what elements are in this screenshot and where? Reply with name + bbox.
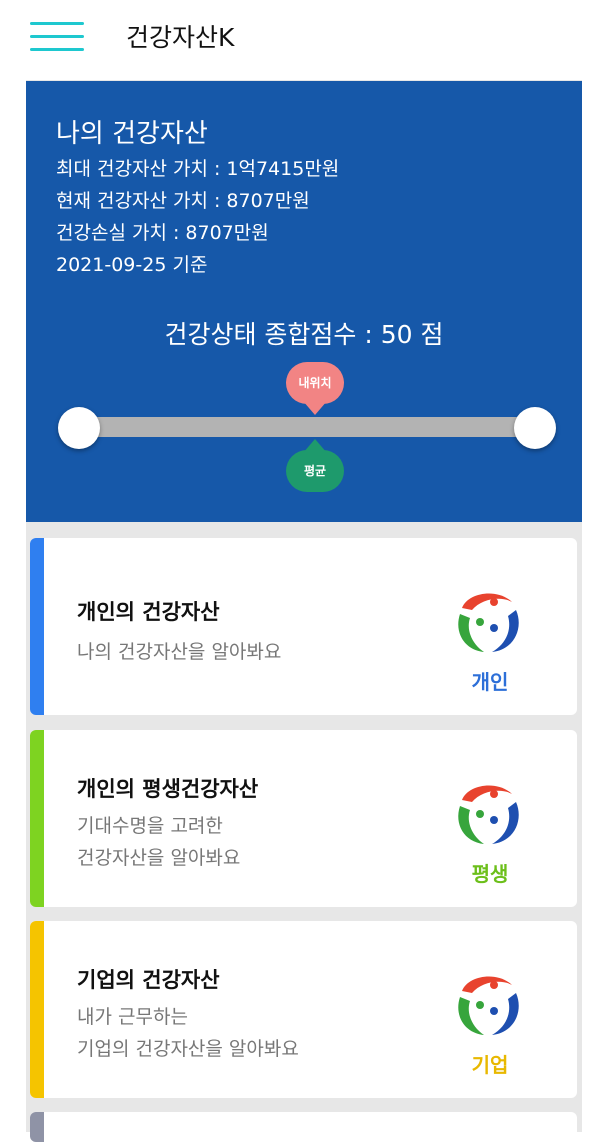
score-slider-track (78, 417, 534, 437)
max-asset-value: 최대 건강자산 가치 : 1억7415만원 (56, 158, 340, 180)
average-marker: 평균 (286, 439, 344, 492)
health-logo-icon (458, 785, 519, 844)
card-accent-bar (30, 1112, 44, 1142)
summary-title: 나의 건강자산 (56, 119, 208, 149)
overall-score: 건강상태 종합점수 : 50 점 (164, 320, 444, 349)
my-position-marker: 내위치 (286, 362, 344, 415)
health-asset-summary: 나의 건강자산 최대 건강자산 가치 : 1억7415만원 현재 건강자산 가치… (26, 81, 582, 522)
hamburger-menu-icon[interactable] (30, 22, 84, 52)
card-tag: 평생 (471, 862, 509, 886)
card-accent-bar (30, 730, 44, 907)
card-title: 기업의 건강자산 (77, 968, 220, 992)
card-tag: 개인 (471, 670, 509, 694)
loss-value: 건강손실 가치 : 8707만원 (56, 222, 269, 244)
company-asset-card[interactable]: 기업의 건강자산 내가 근무하는 기업의 건강자산을 알아봐요 기업 (30, 921, 577, 1098)
card-title: 개인의 건강자산 (77, 600, 220, 624)
card-description: 기대수명을 고려한 건강자산을 알아봐요 (77, 815, 241, 869)
card-description: 내가 근무하는 기업의 건강자산을 알아봐요 (77, 1006, 299, 1060)
top-app-bar: 건강자산K (0, 0, 606, 80)
reference-date: 2021-09-25 기준 (56, 254, 208, 276)
health-logo-icon (458, 593, 519, 652)
card-accent-bar (30, 921, 44, 1098)
current-asset-value: 현재 건강자산 가치 : 8707만원 (56, 190, 310, 212)
slider-max-knob[interactable] (514, 407, 556, 449)
lifetime-asset-card[interactable]: 개인의 평생건강자산 기대수명을 고려한 건강자산을 알아봐요 평생 (30, 730, 577, 907)
card-title: 개인의 평생건강자산 (77, 777, 259, 801)
card-description: 나의 건강자산을 알아봐요 (77, 641, 282, 663)
personal-asset-card[interactable]: 개인의 건강자산 나의 건강자산을 알아봐요 개인 (30, 538, 577, 715)
health-logo-icon (458, 976, 519, 1035)
slider-min-knob[interactable] (58, 407, 100, 449)
card-accent-bar (30, 538, 44, 715)
next-card-partial[interactable] (30, 1112, 577, 1142)
app-title: 건강자산K (126, 23, 235, 52)
card-tag: 기업 (471, 1053, 509, 1077)
